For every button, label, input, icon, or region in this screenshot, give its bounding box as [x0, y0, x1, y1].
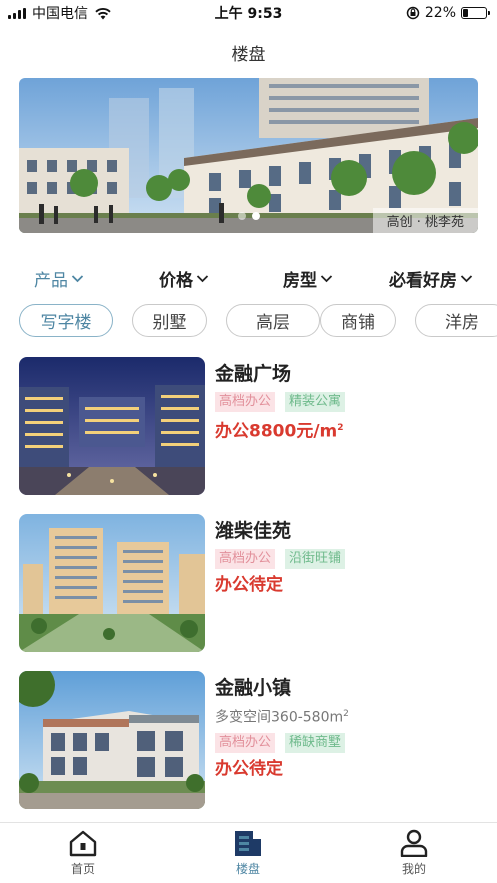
filter-price[interactable]: 价格 [159, 266, 209, 291]
chevron-down-icon [320, 275, 333, 283]
listing-info: 金融广场 高档办公 精装公寓 办公8800元/m2 [215, 362, 477, 443]
listing-tags: 高档办公 精装公寓 [215, 392, 477, 412]
status-right: 22% [406, 5, 490, 21]
chevron-down-icon [196, 275, 209, 283]
tag: 高档办公 [215, 392, 276, 412]
filter-product[interactable]: 产品 [34, 266, 84, 291]
category-chips: 写字楼 别墅 高层 商铺 洋房 [19, 304, 497, 340]
wifi-icon [95, 7, 111, 19]
listing-name: 潍柴佳苑 [215, 520, 292, 542]
status-time: 上午 9:53 [214, 6, 283, 22]
listing-name: 金融广场 [215, 363, 292, 385]
carousel-indicators[interactable] [237, 212, 260, 220]
battery-percent: 22% [424, 5, 456, 21]
listing-tags: 高档办公 稀缺商墅 [215, 732, 477, 753]
tab-label: 首页 [70, 862, 95, 876]
listing-photo [19, 357, 205, 495]
filter-label: 必看好房 [389, 271, 457, 291]
banner-carousel[interactable]: 高创 · 桃李苑 [19, 78, 478, 233]
tag: 稀缺商墅 [285, 732, 346, 753]
listing-tags: 高档办公 沿街旺铺 [215, 549, 477, 569]
signal-icon [8, 7, 26, 19]
status-left: 中国电信 [8, 3, 112, 23]
filter-bar: 产品 价格 房型 必看好房 [0, 266, 497, 292]
tab-bar: 首页 楼盘 我的 [0, 822, 497, 883]
tab-label: 楼盘 [235, 862, 260, 876]
tab-label: 我的 [401, 862, 426, 876]
tab-mine[interactable]: 我的 [379, 829, 449, 877]
battery-icon [461, 7, 490, 19]
tag: 精装公寓 [285, 392, 346, 412]
filter-label: 房型 [283, 271, 317, 291]
listing-info: 金融小镇 多变空间360-580m2 高档办公 稀缺商墅 办公待定 [215, 676, 477, 780]
banner-caption: 高创 · 桃李苑 [372, 208, 478, 233]
tab-home[interactable]: 首页 [48, 829, 118, 877]
listing-subtitle: 多变空间360-580m2 [215, 709, 349, 726]
listing-price: 办公8800元/m2 [215, 421, 344, 442]
chevron-down-icon [460, 275, 473, 283]
user-icon [400, 829, 428, 857]
page-title: 楼盘 [231, 45, 266, 65]
carousel-dot[interactable] [237, 212, 246, 220]
tag: 高档办公 [215, 549, 276, 569]
listing-price: 办公待定 [215, 575, 283, 595]
tag: 高档办公 [215, 732, 276, 753]
home-icon [69, 830, 97, 857]
chip-house[interactable]: 洋房 [415, 304, 497, 337]
listing-price: 办公待定 [215, 758, 283, 779]
listing-card[interactable]: 金融广场 高档办公 精装公寓 办公8800元/m2 [19, 357, 479, 495]
listing-photo [19, 671, 205, 809]
chip-highrise[interactable]: 高层 [226, 304, 320, 337]
listing-name: 金融小镇 [215, 677, 292, 699]
listing-card[interactable]: 金融小镇 多变空间360-580m2 高档办公 稀缺商墅 办公待定 [19, 671, 479, 809]
filter-must-see[interactable]: 必看好房 [389, 266, 473, 291]
status-bar: 中国电信 上午 9:53 22% [0, 0, 497, 26]
listing-card[interactable]: 潍柴佳苑 高档办公 沿街旺铺 办公待定 [19, 514, 479, 652]
orientation-lock-icon [406, 6, 420, 20]
filter-layout[interactable]: 房型 [283, 266, 333, 291]
tab-buildings[interactable]: 楼盘 [213, 829, 283, 877]
chip-shop[interactable]: 商铺 [320, 304, 396, 337]
listing-info: 潍柴佳苑 高档办公 沿街旺铺 办公待定 [215, 519, 477, 596]
chip-villa[interactable]: 别墅 [132, 304, 207, 337]
buildings-icon [235, 831, 261, 856]
carrier-name: 中国电信 [32, 6, 88, 22]
chip-office[interactable]: 写字楼 [19, 304, 113, 337]
filter-label: 产品 [34, 271, 68, 291]
chevron-down-icon [71, 275, 84, 283]
listing-photo [19, 514, 205, 652]
filter-label: 价格 [159, 271, 193, 291]
tag: 沿街旺铺 [285, 549, 346, 569]
carousel-dot-active[interactable] [251, 212, 260, 220]
